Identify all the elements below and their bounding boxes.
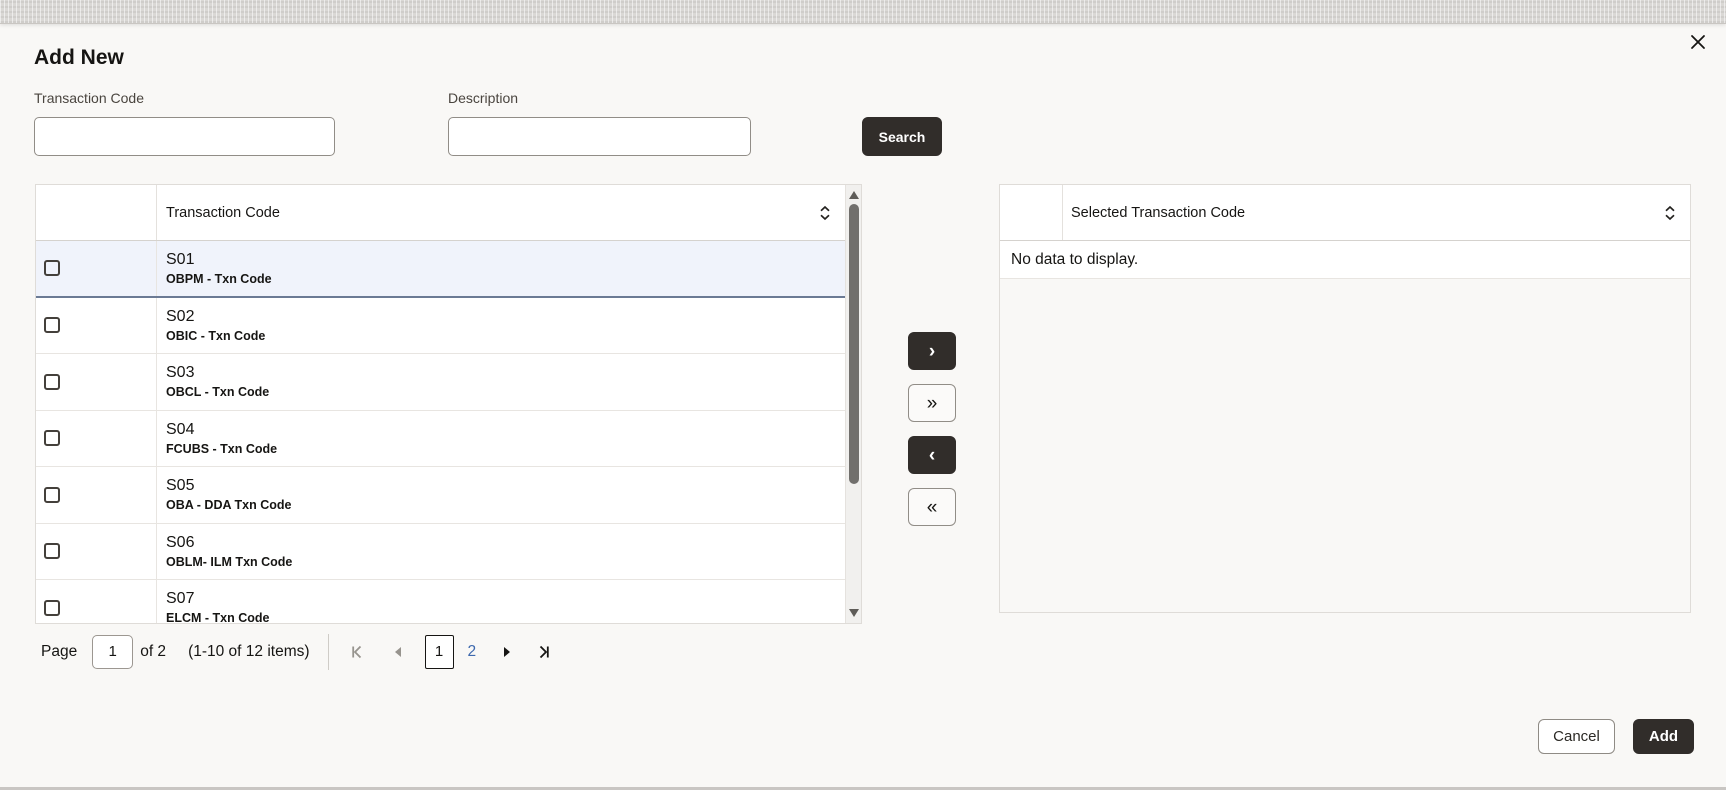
row-text: S01 OBPM - Txn Code	[157, 250, 272, 287]
move-selected-left-button[interactable]: ‹	[908, 436, 956, 474]
row-checkbox-cell	[36, 467, 157, 523]
transaction-code-value: S03	[166, 364, 195, 382]
description-input[interactable]	[448, 117, 751, 156]
transaction-code-value: S01	[166, 250, 195, 268]
transfer-controls: › » ‹ «	[908, 332, 956, 526]
table-row[interactable]: S04 FCUBS - Txn Code	[36, 410, 845, 467]
first-page-icon[interactable]	[347, 641, 369, 663]
transaction-description: FCUBS - Txn Code	[166, 441, 278, 456]
row-checkbox-cell	[36, 241, 157, 296]
selected-transactions-table: Selected Transaction Code No data to dis…	[999, 184, 1691, 613]
transaction-description: OBPM - Txn Code	[166, 271, 272, 286]
row-checkbox[interactable]	[44, 260, 60, 277]
table-row[interactable]: S07 ELCM - Txn Code	[36, 580, 845, 624]
items-count-label: (1-10 of 12 items)	[188, 642, 310, 660]
row-text: S02 OBIC - Txn Code	[157, 307, 265, 344]
available-transactions-table: Transaction Code S01 OBPM - Txn Code S02…	[35, 184, 862, 624]
selected-table-header-row: Selected Transaction Code	[1000, 185, 1690, 241]
transaction-description: ELCM - Txn Code	[166, 611, 270, 624]
transaction-code-value: S02	[166, 307, 195, 325]
transaction-code-value: S06	[166, 533, 195, 551]
description-label: Description	[448, 90, 519, 106]
sort-icon[interactable]	[1664, 205, 1676, 220]
row-text: S04 FCUBS - Txn Code	[157, 420, 277, 457]
select-column-header	[36, 185, 157, 240]
add-new-dialog: Add New Transaction Code Description Sea…	[0, 0, 1726, 790]
no-data-message: No data to display.	[1011, 250, 1139, 268]
no-data-row: No data to display.	[1000, 241, 1690, 279]
row-checkbox-cell	[36, 297, 157, 353]
page-number-input[interactable]	[92, 634, 134, 669]
selected-transaction-code-column-header: Selected Transaction Code	[1071, 204, 1246, 221]
row-text: S05 OBA - DDA Txn Code	[157, 476, 291, 513]
page-label: Page	[41, 642, 78, 660]
scrollbar-thumb[interactable]	[849, 204, 859, 484]
row-checkbox-cell	[36, 580, 157, 623]
transaction-code-value: S05	[166, 477, 195, 495]
scrollbar-up-icon[interactable]	[849, 191, 859, 199]
next-page-icon[interactable]	[496, 641, 518, 663]
transaction-code-column-header: Transaction Code	[166, 204, 280, 221]
transaction-code-value: S07	[166, 590, 195, 608]
transaction-code-label: Transaction Code	[34, 90, 144, 106]
row-text: S06 OBLM- ILM Txn Code	[157, 533, 292, 570]
row-checkbox-cell	[36, 410, 157, 466]
close-icon[interactable]	[1682, 26, 1714, 58]
previous-page-icon[interactable]	[387, 641, 409, 663]
row-checkbox[interactable]	[44, 486, 60, 503]
dialog-title: Add New	[34, 46, 124, 69]
cancel-button[interactable]: Cancel	[1538, 719, 1615, 754]
select-column-header	[1000, 185, 1063, 240]
scrollbar-down-icon[interactable]	[849, 609, 859, 617]
add-button[interactable]: Add	[1633, 719, 1694, 754]
pagination-bar: Page of 2 (1-10 of 12 items) 1 2	[41, 633, 554, 670]
available-table-content: Transaction Code S01 OBPM - Txn Code S02…	[36, 185, 845, 623]
row-checkbox[interactable]	[44, 543, 60, 560]
table-row[interactable]: S05 OBA - DDA Txn Code	[36, 467, 845, 524]
transaction-code-value: S04	[166, 420, 195, 438]
sort-icon[interactable]	[819, 205, 831, 220]
table-row[interactable]: S06 OBLM- ILM Txn Code	[36, 523, 845, 580]
transaction-description: OBLM- ILM Txn Code	[166, 554, 293, 569]
transaction-description: OBA - DDA Txn Code	[166, 498, 292, 513]
table-row[interactable]: S02 OBIC - Txn Code	[36, 297, 845, 354]
row-checkbox-cell	[36, 354, 157, 410]
move-selected-right-button[interactable]: ›	[908, 332, 956, 370]
row-text: S07 ELCM - Txn Code	[157, 589, 270, 624]
row-checkbox[interactable]	[44, 430, 60, 447]
last-page-icon[interactable]	[532, 641, 554, 663]
search-button[interactable]: Search	[862, 117, 942, 156]
table-row[interactable]: S01 OBPM - Txn Code	[36, 241, 845, 298]
transaction-description: OBCL - Txn Code	[166, 385, 270, 400]
move-all-left-button[interactable]: «	[908, 488, 956, 526]
row-checkbox[interactable]	[44, 317, 60, 334]
page-of-label: of 2	[140, 642, 167, 660]
table-scrollbar[interactable]	[845, 185, 861, 623]
row-checkbox[interactable]	[44, 599, 60, 616]
background-page-band	[0, 0, 1726, 24]
transaction-code-input[interactable]	[34, 117, 335, 156]
row-checkbox[interactable]	[44, 373, 60, 390]
move-all-right-button[interactable]: »	[908, 384, 956, 422]
pagination-divider	[327, 633, 329, 670]
row-text: S03 OBCL - Txn Code	[157, 363, 269, 400]
transaction-description: OBIC - Txn Code	[166, 328, 266, 343]
table-row[interactable]: S03 OBCL - Txn Code	[36, 354, 845, 411]
row-checkbox-cell	[36, 523, 157, 579]
page-2-link[interactable]: 2	[468, 643, 477, 661]
current-page-button[interactable]: 1	[424, 634, 454, 669]
available-table-header-row: Transaction Code	[36, 185, 845, 241]
